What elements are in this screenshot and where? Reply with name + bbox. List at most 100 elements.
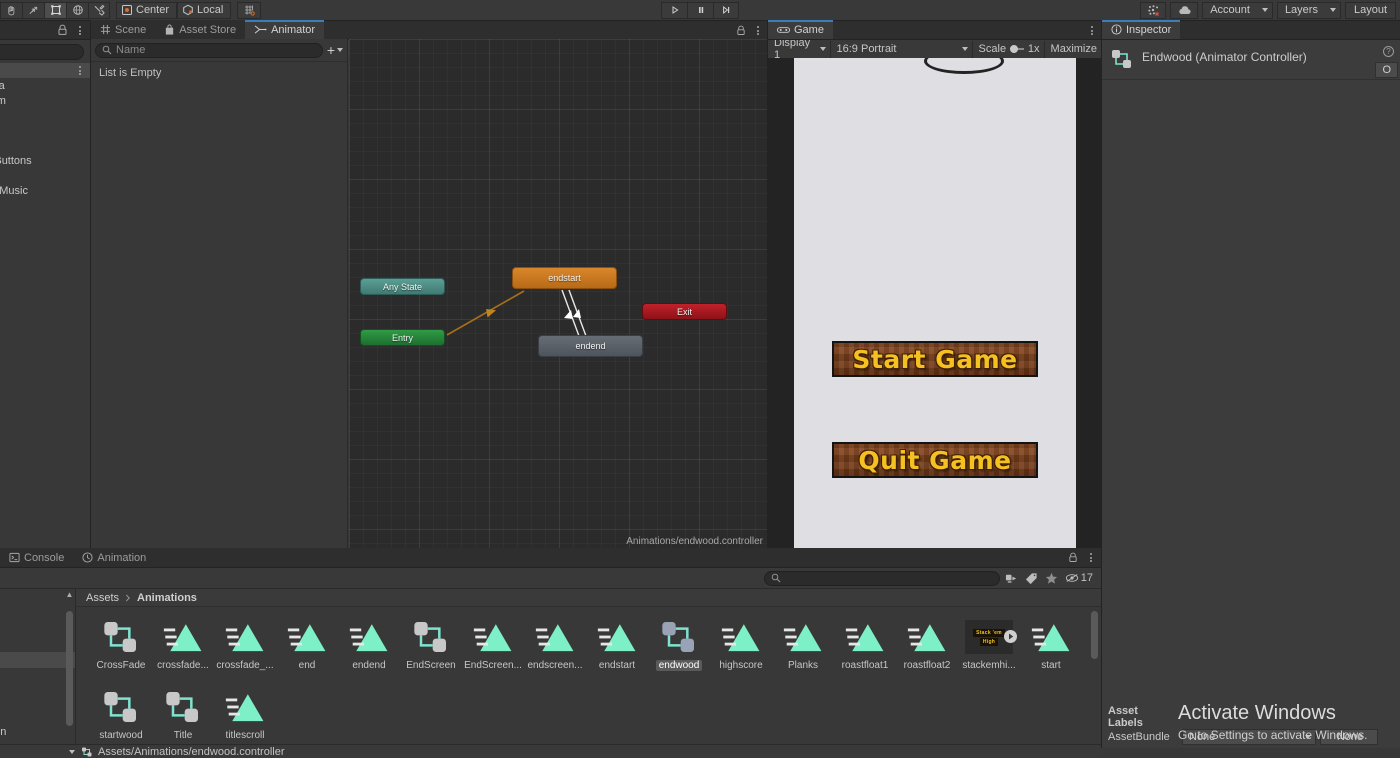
project-folder-item[interactable]: ons <box>0 652 75 668</box>
state-node-entry[interactable]: Entry <box>360 329 445 346</box>
project-folder-item[interactable]: sh Pro <box>0 708 75 724</box>
tab-game[interactable]: Game <box>768 20 833 39</box>
asset-item[interactable]: endend <box>338 614 400 684</box>
asset-item[interactable]: EndScreen... <box>462 614 524 684</box>
tab-animation[interactable]: Animation <box>73 548 156 567</box>
tab-console[interactable]: Console <box>0 548 74 567</box>
maximize-button[interactable]: Maximize <box>1045 41 1101 58</box>
project-folder-item[interactable]: els <box>0 608 75 624</box>
hierarchy-item[interactable]: dwood <box>0 123 90 138</box>
hierarchy-search-input[interactable] <box>0 44 84 60</box>
asset-item[interactable]: crossfade_... <box>214 614 276 684</box>
project-folder-item[interactable]: mentation <box>0 724 75 740</box>
hierarchy-item[interactable]: nvas <box>0 138 90 153</box>
lock-icon[interactable] <box>1068 552 1078 563</box>
tab-scene[interactable]: Scene <box>91 20 156 39</box>
asset-item[interactable]: crossfade... <box>152 614 214 684</box>
hierarchy-item[interactable]: ckgroundMusic <box>0 183 90 198</box>
lock-icon[interactable] <box>57 24 68 36</box>
animation-clip-icon <box>287 614 327 660</box>
animator-menu-icon[interactable] <box>753 24 763 37</box>
asset-item[interactable]: CrossFade <box>90 614 152 684</box>
console-menu-icon[interactable] <box>1086 551 1096 564</box>
layers-dropdown[interactable]: Layers <box>1276 1 1341 19</box>
step-icon[interactable] <box>713 1 739 19</box>
maximize-label: Maximize <box>1050 43 1097 55</box>
scale-slider[interactable]: Scale 1x <box>973 40 1045 58</box>
asset-item[interactable]: start <box>1020 614 1082 684</box>
game-tabrow: Game <box>768 20 1101 40</box>
collab-icon[interactable] <box>1140 1 1167 19</box>
type-filter-icon[interactable] <box>1005 572 1018 585</box>
state-node-exit[interactable]: Exit <box>642 303 727 320</box>
play-icon[interactable] <box>661 1 687 19</box>
asset-item[interactable]: endwood <box>648 614 710 684</box>
grid-snap-icon[interactable] <box>237 1 262 19</box>
asset-item[interactable]: endstart <box>586 614 648 684</box>
add-parameter-button[interactable]: + <box>327 43 343 57</box>
asset-item[interactable]: highscore <box>710 614 772 684</box>
asset-item[interactable]: Stack 'em High stackemhi... <box>958 614 1020 684</box>
account-dropdown[interactable]: Account <box>1202 1 1273 19</box>
state-node-endend[interactable]: endend <box>538 335 643 357</box>
asset-item[interactable]: roastfloat1 <box>834 614 896 684</box>
hidden-assets-count[interactable]: 17 <box>1065 572 1093 584</box>
project-search-input[interactable] <box>763 570 1000 586</box>
hierarchy-item[interactable]: entSystem <box>0 93 90 108</box>
rect-tool-icon[interactable] <box>44 1 66 19</box>
game-icon <box>777 26 790 34</box>
pause-icon[interactable] <box>687 1 713 19</box>
aspect-dropdown[interactable]: 16:9 Portrait <box>831 40 973 58</box>
layout-dropdown[interactable]: Layout <box>1344 1 1396 19</box>
hierarchy-item-menu-icon[interactable] <box>75 64 85 77</box>
asset-item[interactable]: EndScreen <box>400 614 462 684</box>
animator-state-graph[interactable]: Any State Entry endstart endend Exit Ani… <box>349 39 767 548</box>
favorite-icon[interactable] <box>1045 572 1058 585</box>
hierarchy-item[interactable]: le <box>0 168 90 183</box>
asset-item[interactable]: end <box>276 614 338 684</box>
inspector-open-button[interactable]: O <box>1375 62 1398 78</box>
transform-tool-icon[interactable] <box>66 1 88 19</box>
cloud-icon[interactable] <box>1170 1 1199 19</box>
hierarchy-item[interactable]: artMenuButtons <box>0 153 90 168</box>
pivot-mode-button[interactable]: Center <box>116 1 178 19</box>
parameter-search-input[interactable]: Name <box>95 42 323 58</box>
animator-parameters-pane: Name + List is Empty <box>91 39 348 548</box>
lock-icon[interactable] <box>736 25 746 36</box>
scale-slider-track[interactable] <box>1010 45 1024 53</box>
asset-item[interactable]: roastfloat2 <box>896 614 958 684</box>
asset-item[interactable]: endscreen... <box>524 614 586 684</box>
hierarchy-menu-icon[interactable] <box>75 24 85 37</box>
game-render-canvas[interactable]: Start Game Quit Game <box>794 58 1076 548</box>
hierarchy-item[interactable]: rtwood <box>0 108 90 123</box>
state-node-any-state[interactable]: Any State <box>360 278 445 295</box>
tab-animator[interactable]: Animator <box>245 20 325 39</box>
hierarchy-item[interactable]: e Screen <box>0 63 90 78</box>
status-expand-icon[interactable] <box>69 749 75 754</box>
quit-game-button[interactable]: Quit Game <box>832 442 1038 478</box>
project-folder-item[interactable]: bs <box>0 624 75 640</box>
handle-rotation-button[interactable]: Local <box>177 1 232 19</box>
move-tool-icon[interactable] <box>22 1 44 19</box>
project-folder-item[interactable]: es <box>0 680 75 696</box>
project-panel: 17 rialselsbsonsessh Promentation ▲ Asse… <box>0 568 1101 758</box>
project-tree-scrollbar[interactable] <box>66 611 73 726</box>
hand-tool-icon[interactable] <box>0 1 22 19</box>
hierarchy-item[interactable]: in Camera <box>0 78 90 93</box>
tree-scroll-up-icon[interactable]: ▲ <box>64 590 75 599</box>
asset-grid-scrollbar[interactable] <box>1091 611 1098 659</box>
custom-tool-icon[interactable] <box>88 1 110 19</box>
start-game-button[interactable]: Start Game <box>832 341 1038 377</box>
help-icon[interactable]: ? <box>1383 46 1394 57</box>
tab-asset-store[interactable]: Asset Store <box>155 20 246 39</box>
breadcrumb-animations[interactable]: Animations <box>137 592 197 604</box>
display-dropdown[interactable]: Display 1 <box>768 37 831 61</box>
animation-clip-icon <box>1031 614 1071 660</box>
breadcrumb-assets[interactable]: Assets <box>86 592 119 604</box>
label-filter-icon[interactable] <box>1025 572 1038 585</box>
state-node-endstart[interactable]: endstart <box>512 267 617 289</box>
game-title-graphic <box>924 58 1004 74</box>
tab-inspector[interactable]: Inspector <box>1102 20 1181 39</box>
asset-item[interactable]: Planks <box>772 614 834 684</box>
game-menu-icon[interactable] <box>1087 24 1097 37</box>
